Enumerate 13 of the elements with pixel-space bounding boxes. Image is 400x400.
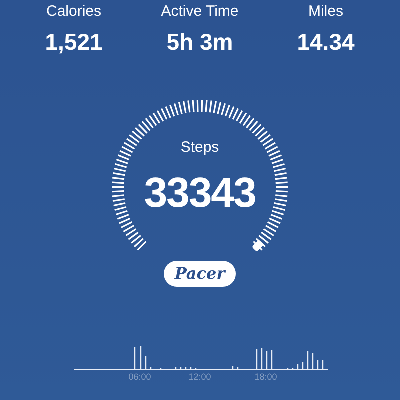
steps-count: 33343 — [144, 169, 256, 217]
time-axis-label: 12:00 — [188, 372, 212, 383]
gauge-marker — [252, 240, 264, 252]
stat-label: Active Time — [161, 2, 239, 22]
stat-value: 5h 3m — [166, 28, 234, 56]
brand-logo: Pacer — [164, 261, 236, 287]
stat-label: Miles — [308, 2, 344, 22]
time-axis-label: 06:00 — [128, 372, 152, 383]
time-axis-label: 18:00 — [254, 372, 278, 383]
stat-value: 14.34 — [297, 28, 355, 56]
stat-value: 1,521 — [45, 28, 103, 56]
steps-label: Steps — [180, 139, 220, 157]
stat-label: Calories — [46, 2, 102, 22]
